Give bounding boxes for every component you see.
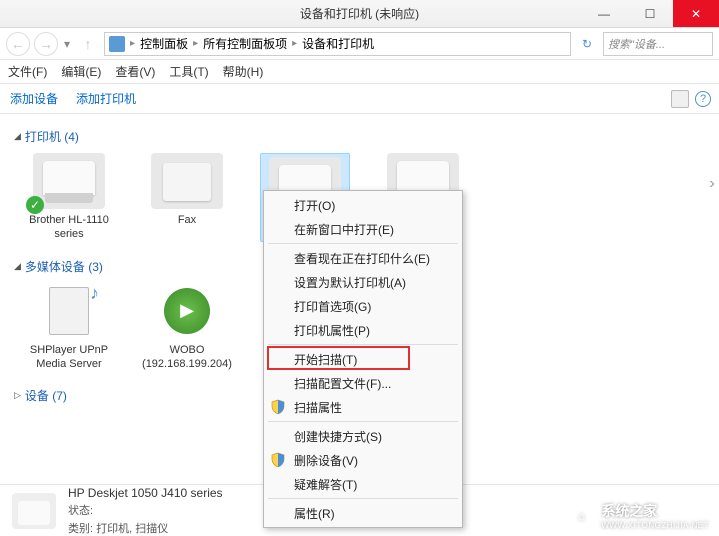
menu-item[interactable]: 属性(R) [264,501,462,525]
menu-separator [268,344,458,345]
add-device-button[interactable]: 添加设备 [10,90,58,107]
uac-shield-icon [270,399,286,415]
view-options-button[interactable] [671,90,689,108]
expand-icon: ▷ [14,390,21,401]
menu-item-label: 创建快捷方式(S) [294,428,382,445]
menu-item[interactable]: 在新窗口中打开(E) [264,217,462,241]
section-title: 打印机 (4) [25,128,79,145]
section-title: 设备 (7) [25,387,67,404]
status-category-value: 打印机, 扫描仪 [96,523,168,535]
up-button[interactable]: ↑ [76,32,100,56]
menubar: 文件(F) 编辑(E) 查看(V) 工具(T) 帮助(H) [0,60,719,84]
chevron-right-icon: ▸ [190,38,201,49]
device-shplayer[interactable]: ♪ SHPlayer UPnP Media Server [24,283,114,372]
crumb-2[interactable]: 所有控制面板项 [203,35,287,52]
menu-view[interactable]: 查看(V) [115,63,155,80]
maximize-button[interactable]: ☐ [627,0,673,27]
menu-item[interactable]: 创建快捷方式(S) [264,424,462,448]
menu-item-label: 打印机属性(P) [294,322,370,339]
menu-item[interactable]: 打印首选项(G) [264,294,462,318]
navbar: ← → ▾ ↑ ▸ 控制面板 ▸ 所有控制面板项 ▸ 设备和打印机 ↻ 搜索"设… [0,28,719,60]
minimize-button[interactable]: — [581,0,627,27]
printer-icon [33,153,105,209]
menu-separator [268,243,458,244]
menu-item[interactable]: 打印机属性(P) [264,318,462,342]
search-input[interactable]: 搜索"设备... [603,32,713,56]
chevron-right-icon: ▸ [127,38,138,49]
collapse-icon: ◢ [14,261,21,272]
device-fax[interactable]: Fax [142,153,232,242]
menu-item-label: 删除设备(V) [294,452,358,469]
close-button[interactable]: ✕ [673,0,719,27]
menu-item-label: 扫描配置文件(F)... [294,375,391,392]
menu-item-label: 属性(R) [294,505,335,522]
refresh-button[interactable]: ↻ [575,32,599,56]
chevron-right-icon: ▸ [289,38,300,49]
menu-item-label: 疑难解答(T) [294,476,357,493]
location-icon [109,36,125,52]
collapse-icon: ◢ [14,131,21,142]
context-menu: 打开(O) 在新窗口中打开(E) 查看现在正在打印什么(E) 设置为默认打印机(A) 打… [263,190,463,528]
media-server-icon: ♪ [33,283,105,339]
menu-item-label: 打开(O) [294,197,335,214]
default-check-icon: ✓ [26,196,44,214]
forward-button[interactable]: → [34,32,58,56]
window-buttons: — ☐ ✕ [581,0,719,27]
help-icon[interactable]: ? [695,91,711,107]
menu-item-label: 打印首选项(G) [294,298,371,315]
device-wobo[interactable]: ▶ WOBO (192.168.199.204) [142,283,232,372]
command-bar: 添加设备 添加打印机 ? [0,84,719,114]
crumb-3[interactable]: 设备和打印机 [302,35,374,52]
uac-shield-icon [270,452,286,468]
menu-help[interactable]: 帮助(H) [223,63,264,80]
menu-item-label: 扫描属性 [294,399,342,416]
menu-item[interactable]: 扫描配置文件(F)... [264,371,462,395]
menu-item-label: 在新窗口中打开(E) [294,221,394,238]
menu-item[interactable]: 设置为默认打印机(A) [264,270,462,294]
menu-item-label: 开始扫描(T) [294,351,357,368]
menu-item-label: 设置为默认打印机(A) [294,274,406,291]
scroll-right-button[interactable]: › [705,154,719,214]
device-label: WOBO (192.168.199.204) [142,343,232,372]
menu-separator [268,498,458,499]
menu-tools[interactable]: 工具(T) [169,63,208,80]
breadcrumb[interactable]: ▸ 控制面板 ▸ 所有控制面板项 ▸ 设备和打印机 [104,32,571,56]
window-title: 设备和打印机 (未响应) [300,5,419,22]
section-title: 多媒体设备 (3) [25,258,103,275]
menu-item[interactable]: 扫描属性 [264,395,462,419]
search-placeholder: 搜索"设备... [608,36,665,52]
play-device-icon: ▶ [151,283,223,339]
add-printer-button[interactable]: 添加打印机 [76,90,136,107]
device-brother-printer[interactable]: ✓ Brother HL-1110 series [24,153,114,242]
menu-item[interactable]: 删除设备(V) [264,448,462,472]
menu-file[interactable]: 文件(F) [8,63,47,80]
fax-icon [151,153,223,209]
status-device-icon [12,493,56,529]
device-label: Brother HL-1110 series [24,213,114,242]
menu-item[interactable]: 查看现在正在打印什么(E) [264,246,462,270]
menu-item[interactable]: 开始扫描(T) [264,347,462,371]
status-state-label: 状态: [68,505,93,517]
menu-separator [268,421,458,422]
menu-edit[interactable]: 编辑(E) [61,63,101,80]
device-label: SHPlayer UPnP Media Server [24,343,114,372]
back-button[interactable]: ← [6,32,30,56]
status-category-label: 类别: [68,523,93,535]
device-label: Fax [142,213,232,227]
crumb-1[interactable]: 控制面板 [140,35,188,52]
history-dropdown-icon[interactable]: ▾ [62,37,72,51]
section-printers[interactable]: ◢ 打印机 (4) [14,128,705,145]
titlebar: 设备和打印机 (未响应) — ☐ ✕ [0,0,719,28]
menu-item[interactable]: 疑难解答(T) [264,472,462,496]
menu-item-label: 查看现在正在打印什么(E) [294,250,430,267]
menu-item[interactable]: 打开(O) [264,193,462,217]
